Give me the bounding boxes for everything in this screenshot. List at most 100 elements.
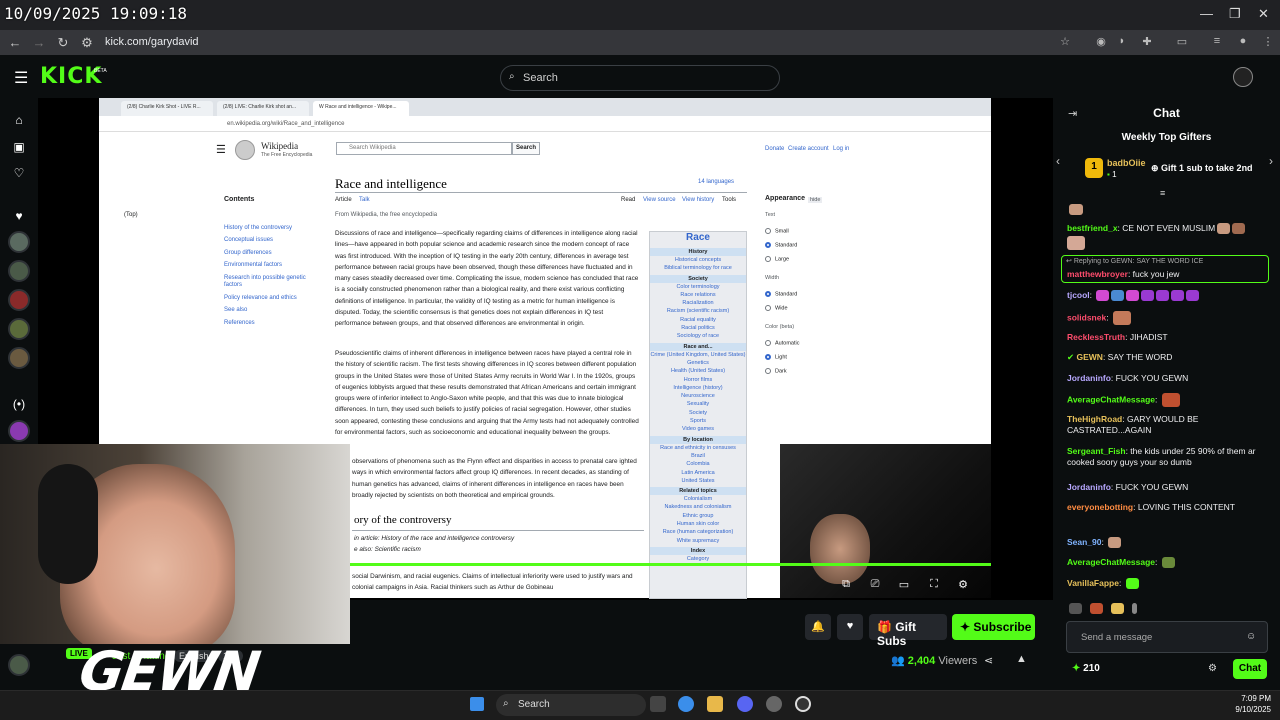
- following-icon[interactable]: ♡: [11, 166, 27, 182]
- extension-icon[interactable]: ◉: [1093, 35, 1109, 49]
- emoji-icon[interactable]: ☺: [1246, 631, 1256, 642]
- channel-avatar[interactable]: [8, 318, 30, 340]
- article-paragraph: social Darwinism, and racial eugenics. C…: [352, 573, 633, 592]
- radio-selected-icon: [765, 291, 771, 297]
- settings-icon[interactable]: ⚙: [956, 578, 970, 592]
- infobox-item: White supremacy: [676, 537, 720, 544]
- create-account-link: Create account: [788, 146, 829, 152]
- channel-avatar[interactable]: [8, 260, 30, 282]
- theater-icon[interactable]: ▭: [897, 578, 911, 592]
- chat-message: TheHighRoad: GARY WOULD BE CASTRATED...A…: [1067, 414, 1267, 436]
- chevron-left-icon[interactable]: ‹: [1056, 154, 1060, 168]
- followed-heart-icon[interactable]: ♥: [11, 209, 27, 225]
- chat-message: Jordaninfo: FUCK YOU GEWN: [1067, 482, 1267, 493]
- from-wikipedia: From Wikipedia, the free encyclopedia: [335, 212, 438, 218]
- send-chat-button[interactable]: Chat: [1233, 659, 1267, 679]
- forward-icon[interactable]: →: [27, 35, 51, 50]
- extensions-puzzle-icon[interactable]: ✚: [1139, 35, 1155, 49]
- minimize-icon[interactable]: —: [1200, 6, 1213, 21]
- infobox-item: Colombia: [686, 461, 710, 468]
- browse-icon[interactable]: ▣: [11, 140, 27, 156]
- streamer-avatar[interactable]: [8, 654, 30, 676]
- site-info-icon[interactable]: ⚙: [75, 35, 99, 51]
- maximize-icon[interactable]: ❐: [1229, 6, 1241, 22]
- back-icon[interactable]: ←: [3, 35, 27, 50]
- clock-icon[interactable]: [795, 696, 811, 712]
- chrome-icon[interactable]: [678, 696, 694, 712]
- live-signal-icon[interactable]: (•): [11, 397, 27, 413]
- pip-icon[interactable]: ⧉: [839, 578, 853, 592]
- profile-icon[interactable]: ●: [1235, 35, 1251, 49]
- search-input[interactable]: Search: [500, 65, 780, 91]
- channel-avatar[interactable]: [8, 231, 30, 253]
- home-icon[interactable]: ⌂: [11, 113, 27, 129]
- appearance-hide: hide: [808, 197, 823, 203]
- chat-username[interactable]: VanillaFappe: [1067, 578, 1119, 588]
- chat-username[interactable]: AverageChatMessage: [1067, 557, 1155, 567]
- emote-icon: [1096, 290, 1110, 302]
- sidepanel-icon[interactable]: ▭: [1174, 35, 1190, 49]
- windows-start-icon[interactable]: [470, 697, 484, 711]
- chat-username[interactable]: Sergeant_Fish: [1067, 446, 1126, 456]
- reload-icon[interactable]: ↻: [51, 35, 75, 51]
- text-size-label: Text: [765, 212, 776, 218]
- channel-points[interactable]: ✦ 210: [1072, 663, 1100, 674]
- taskbar-search[interactable]: Search: [496, 694, 646, 716]
- text-size-option: Small: [765, 228, 789, 234]
- address-bar[interactable]: kick.com/garydavid: [105, 36, 199, 48]
- fullscreen-icon[interactable]: ⛶: [927, 578, 941, 592]
- infobox-section-head: Society: [650, 274, 746, 283]
- obs-icon[interactable]: [766, 696, 782, 712]
- chevron-right-icon[interactable]: ›: [1269, 154, 1273, 168]
- report-icon[interactable]: ▲: [1016, 653, 1027, 665]
- channel-avatar[interactable]: [8, 420, 30, 442]
- discord-icon[interactable]: [737, 696, 753, 712]
- media-icon[interactable]: ≡: [1209, 35, 1225, 49]
- menu-icon[interactable]: ☰: [14, 68, 28, 88]
- chat-username[interactable]: AverageChatMessage: [1067, 394, 1155, 404]
- emote-icon: [1132, 603, 1137, 614]
- clip-icon[interactable]: ⎚: [868, 578, 882, 592]
- chat-username[interactable]: bestfriend_x: [1067, 223, 1118, 233]
- browser-menu-icon[interactable]: ⋮: [1260, 35, 1276, 49]
- share-icon[interactable]: ⋖: [984, 654, 993, 667]
- toc-item: References: [224, 320, 255, 326]
- emote-icon: [1069, 204, 1083, 215]
- close-icon[interactable]: ✕: [1258, 6, 1269, 22]
- file-explorer-icon[interactable]: [707, 696, 723, 712]
- radio-icon: [765, 305, 771, 311]
- chat-text: : FUCK YOU GEWN: [1110, 482, 1189, 492]
- channel-avatar[interactable]: [8, 347, 30, 369]
- chat-username[interactable]: TheHighRoad: [1067, 414, 1122, 424]
- chat-username[interactable]: tjcool: [1067, 290, 1090, 300]
- search-icon: ⌕: [503, 698, 509, 709]
- audio-icon[interactable]: ◗: [1114, 35, 1130, 49]
- chat-username[interactable]: Jordaninfo: [1067, 373, 1111, 383]
- wiki-search-button: Search: [512, 142, 540, 155]
- gift-subs-button[interactable]: 🎁 Gift Subs: [869, 614, 947, 648]
- channel-avatar[interactable]: [8, 289, 30, 311]
- chat-username[interactable]: Jordaninfo: [1067, 482, 1111, 492]
- color-option: Light: [765, 354, 787, 360]
- notification-bell-icon[interactable]: 🔔: [805, 614, 831, 640]
- chat-settings-icon[interactable]: ⚙: [1208, 663, 1217, 674]
- viewers-icon: 👥: [891, 655, 905, 667]
- subscribe-button[interactable]: ✦ Subscribe: [952, 614, 1035, 640]
- pinned-toggle-icon[interactable]: ≡: [1160, 188, 1165, 198]
- chat-username[interactable]: Sean_90: [1067, 537, 1102, 547]
- follow-heart-icon[interactable]: ♥: [837, 614, 863, 640]
- section-divider: [352, 530, 644, 531]
- wiki-tagline: The Free Encyclopedia: [261, 152, 313, 158]
- chat-username[interactable]: RecklessTruth: [1067, 332, 1125, 342]
- gift-cta[interactable]: ⊕ Gift 1 sub to take 2nd: [1151, 163, 1253, 174]
- taskbar-date: 9/10/2025: [1235, 705, 1271, 714]
- user-avatar[interactable]: [1233, 67, 1253, 87]
- chat-username[interactable]: matthewbroyer: [1067, 269, 1128, 279]
- bookmark-star-icon[interactable]: ☆: [1057, 35, 1073, 49]
- chat-input[interactable]: Send a message: [1066, 621, 1268, 653]
- chat-username[interactable]: everyonebotting: [1067, 502, 1133, 512]
- option-label: Light: [775, 354, 787, 361]
- task-view-icon[interactable]: [650, 696, 666, 712]
- chat-username[interactable]: solidsnek: [1067, 312, 1106, 322]
- chat-username[interactable]: GEWN: [1077, 352, 1103, 362]
